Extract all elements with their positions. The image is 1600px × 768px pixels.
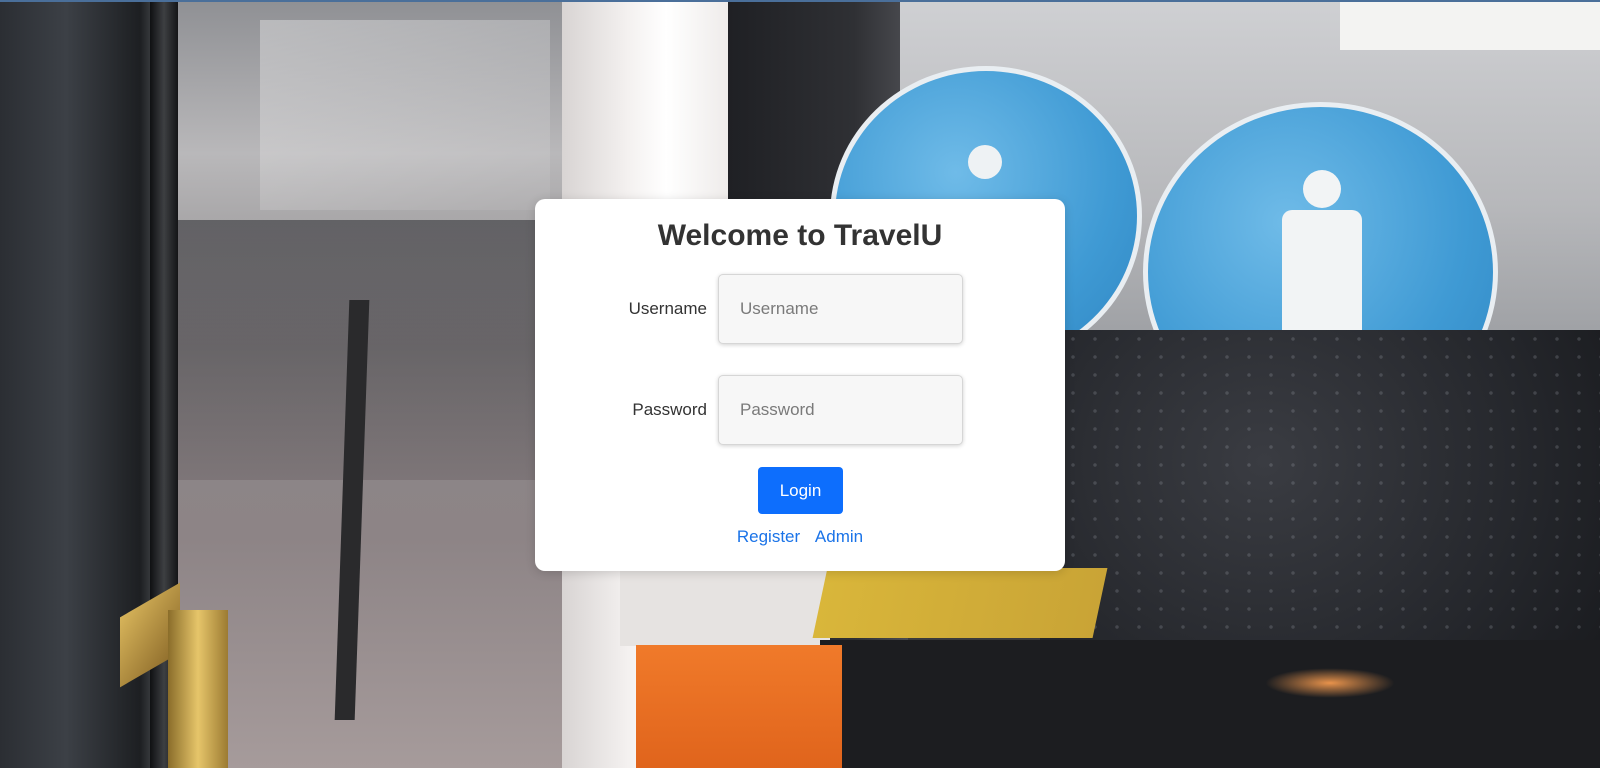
auth-links: Register Admin	[535, 527, 1065, 547]
username-label: Username	[628, 299, 707, 318]
password-row: Password	[535, 375, 1065, 445]
indicator-light	[1265, 668, 1395, 698]
sign-figure-body	[1282, 210, 1362, 340]
windshield-highlight	[1340, 0, 1600, 50]
login-button[interactable]: Login	[758, 467, 843, 514]
bumper-orange	[636, 645, 842, 768]
top-border	[0, 0, 1600, 2]
password-input[interactable]	[718, 375, 963, 445]
sign-figure-head	[1303, 170, 1341, 208]
username-row: Username	[535, 274, 1065, 344]
glass-shade	[178, 220, 563, 480]
door-trim	[168, 610, 228, 768]
admin-link[interactable]: Admin	[815, 527, 863, 546]
login-card: Welcome to TravelU Username Password Log…	[535, 199, 1065, 571]
username-input[interactable]	[718, 274, 963, 344]
page-title: Welcome to TravelU	[657, 219, 943, 252]
bumper-yellow	[812, 568, 1108, 638]
rain-drops	[1040, 330, 1600, 630]
glass-reflection	[260, 20, 550, 210]
sign-figure-head	[968, 145, 1002, 179]
bumper-white	[620, 568, 830, 646]
register-link[interactable]: Register	[737, 527, 800, 546]
bumper-dark	[820, 640, 1600, 768]
password-label: Password	[632, 400, 707, 419]
